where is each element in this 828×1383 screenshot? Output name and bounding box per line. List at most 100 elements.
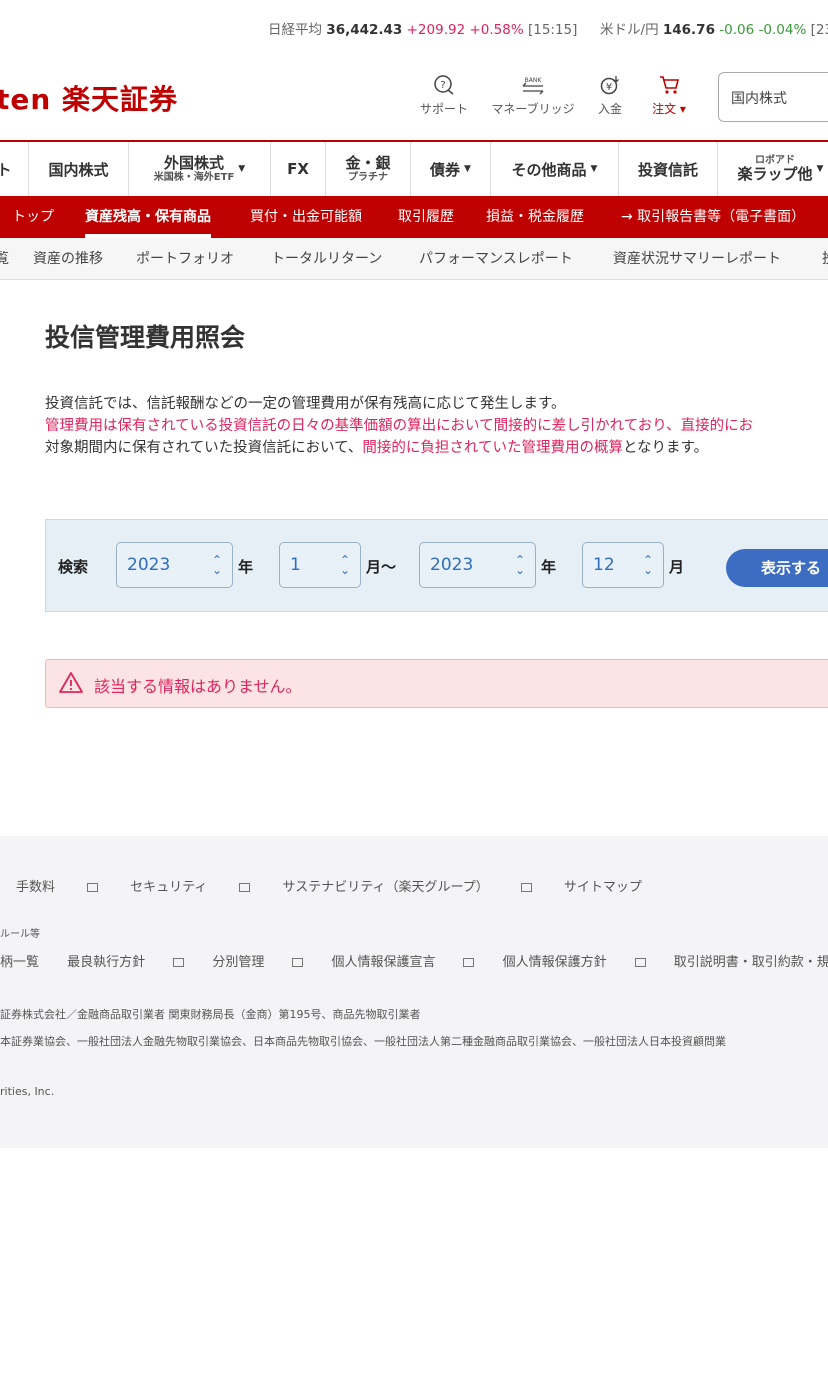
footer-segregation-label: 分別管理 (212, 955, 265, 970)
subnav-summary-report[interactable]: 資産状況サマリーレポート (613, 238, 781, 279)
moneybridge-button[interactable]: BANK マネーブリッジ (486, 74, 580, 117)
search-panel: 検索 2023 ⌃ ⌄ 年 1 ⌃ ⌄ 月～ 2023 ⌃ ⌄ 年 12 ⌃ ⌄ 月 表… (45, 519, 828, 612)
market-ticker: 日経平均 36,442.43 +209.92 +0.58% [15:15] 米ド… (0, 0, 828, 56)
footer-security-label: セキュリティ (130, 880, 208, 895)
nav-domestic-label: 国内株式 (48, 160, 109, 179)
tab-top[interactable]: トップ (12, 196, 54, 238)
from-year-select[interactable]: 2023 ⌃ ⌄ (116, 542, 233, 588)
footer-link-privacy-declaration[interactable]: 個人情報保護宣言 (331, 955, 475, 970)
nav-item-first[interactable]: ト (0, 142, 29, 196)
header-search-select[interactable]: 国内株式 (718, 72, 828, 122)
nav-gold-label: 金・銀 (345, 153, 391, 172)
updown-icon: ⌃ ⌄ (514, 553, 525, 577)
footer-privacy-policy-label: 個人情報保護方針 (502, 955, 607, 970)
order-label: 注文 ▾ (652, 102, 686, 116)
chevron-down-icon: ▼ (464, 164, 471, 174)
svg-text:¥: ¥ (606, 82, 612, 93)
nav-other-label: その他商品 (511, 160, 587, 179)
subnav-performance-report[interactable]: パフォーマンスレポート (419, 238, 573, 279)
nav-robo-label: 楽ラップ他 (737, 165, 813, 184)
rakuten-logo[interactable]: ten 楽天証券 (0, 78, 178, 118)
cart-icon (634, 74, 704, 100)
usdjpy-value: 146.76 (662, 22, 715, 38)
nikkei-change: +209.92 (406, 22, 466, 38)
nav-item-bonds[interactable]: 債券 ▼ (411, 142, 491, 196)
footer-link-privacy-policy[interactable]: 個人情報保護方針 (503, 955, 646, 970)
footer-link-fees[interactable]: 手数料 (16, 880, 99, 895)
chevron-down-icon: ▼ (590, 164, 598, 174)
nikkei-label: 日経平均 (268, 22, 322, 38)
nav-item-robo-advisor[interactable]: ロボアド 楽ラップ他 ▼ (718, 142, 828, 196)
subnav-portfolio[interactable]: ポートフォリオ (136, 238, 234, 279)
to-month-select[interactable]: 12 ⌃ ⌄ (582, 542, 664, 588)
nav-funds-label: 投資信託 (637, 160, 698, 179)
order-button[interactable]: 注文 ▾ (634, 74, 704, 117)
chevron-down-icon: ▼ (238, 164, 246, 174)
chevron-down-icon: ▼ (816, 164, 824, 174)
footer-link-security[interactable]: セキュリティ (130, 880, 251, 895)
nav-item-first-label: ト (0, 159, 12, 180)
external-link-icon (173, 958, 185, 967)
footer-copyright: rities, Inc. (0, 1085, 55, 1098)
no-results-alert: 該当する情報はありません。 (45, 659, 828, 708)
tab-assets-holdings[interactable]: 資産残高・保有商品 (85, 196, 211, 238)
tab-trade-reports[interactable]: → 取引報告書等（電子書面） (621, 196, 805, 238)
deposit-label: 入金 (597, 102, 622, 116)
support-button[interactable]: ? サポート (409, 74, 479, 117)
external-link-icon (239, 883, 251, 892)
usdjpy-change: -0.06 (719, 22, 755, 38)
footer-link-brands[interactable]: 柄一覧 (0, 955, 39, 970)
footer-links-primary: 手数料 セキュリティ サステナビリティ（楽天グループ） サイトマップ (16, 876, 670, 895)
to-year-select[interactable]: 2023 ⌃ ⌄ (419, 542, 536, 588)
to-month-unit: 月 (669, 558, 685, 576)
warning-icon (59, 672, 83, 693)
footer-terms-label: 取引説明書・取引約款・規定 (673, 955, 828, 970)
from-month-select[interactable]: 1 ⌃ ⌄ (279, 542, 361, 588)
desc-line-3-red: 間接的に負担されていた管理費用の概算 (362, 440, 623, 456)
tab-buying-power[interactable]: 買付・出金可能額 (250, 196, 362, 238)
nav-item-domestic-stocks[interactable]: 国内株式 (29, 142, 129, 196)
usdjpy-time: [23:5 (810, 22, 828, 38)
desc-line-2: 管理費用は保有されている投資信託の日々の基準価額の算出において間接的に差し引かれ… (45, 418, 754, 434)
to-year-value: 2023 (430, 555, 474, 575)
nav-item-fx[interactable]: FX (271, 142, 326, 196)
main-nav: ト 国内株式 外国株式 米国株・海外ETF ▼ FX 金・銀 プラチナ 債券 ▼… (0, 140, 828, 196)
nav-foreign-label: 外国株式 (164, 153, 225, 172)
footer-links-secondary: 柄一覧 最良執行方針 分別管理 個人情報保護宣言 個人情報保護方針 取引説明書・… (0, 951, 828, 970)
subnav-asset-trend[interactable]: 資産の推移 (33, 238, 103, 279)
footer-link-terms[interactable]: 取引説明書・取引約款・規定 (674, 955, 828, 970)
from-month-value: 1 (290, 555, 301, 575)
page-description: 投資信託では、信託報酬などの一定の管理費用が保有残高に応じて発生します。 管理費… (45, 393, 828, 459)
from-year-value: 2023 (127, 555, 171, 575)
footer-fees-label: 手数料 (16, 880, 56, 895)
external-link-icon (292, 958, 304, 967)
footer-link-best-execution[interactable]: 最良執行方針 (67, 955, 185, 970)
range-separator: 月～ (366, 558, 397, 576)
footer-link-sitemap[interactable]: サイトマップ (564, 880, 642, 895)
subnav-total-return[interactable]: トータルリターン (271, 238, 382, 279)
tab-trade-history[interactable]: 取引履歴 (398, 196, 454, 238)
usdjpy-pct: -0.04% (758, 22, 807, 38)
site-footer: 手数料 セキュリティ サステナビリティ（楽天グループ） サイトマップ ルール等 … (0, 836, 828, 1148)
nikkei-time: [15:15] (527, 22, 578, 38)
subnav-first[interactable]: 覧 (0, 238, 9, 279)
alert-message: 該当する情報はありません。 (94, 677, 302, 696)
desc-line-1: 投資信託では、信託報酬などの一定の管理費用が保有残高に応じて発生します。 (45, 396, 566, 412)
tab-pnl-tax-history[interactable]: 損益・税金履歴 (486, 196, 584, 238)
nav-bonds-label: 債券 (430, 160, 461, 179)
subnav-last[interactable]: 投 (822, 238, 828, 279)
nav-item-investment-trusts[interactable]: 投資信託 (619, 142, 718, 196)
footer-link-sustainability[interactable]: サステナビリティ（楽天グループ） (283, 880, 532, 895)
bank-transfer-icon: BANK (486, 74, 580, 100)
assets-subnav: 覧 資産の推移 ポートフォリオ トータルリターン パフォーマンスレポート 資産状… (0, 238, 828, 280)
to-year-unit: 年 (541, 558, 557, 576)
nav-fx-label: FX (287, 160, 309, 178)
nav-item-foreign-stocks[interactable]: 外国株式 米国株・海外ETF ▼ (129, 142, 271, 196)
footer-link-segregation[interactable]: 分別管理 (212, 955, 304, 970)
nav-item-other-products[interactable]: その他商品 ▼ (491, 142, 619, 196)
show-button[interactable]: 表示する (726, 549, 828, 587)
nav-item-gold[interactable]: 金・銀 プラチナ (326, 142, 411, 196)
updown-icon: ⌃ ⌄ (339, 553, 350, 577)
search-label: 検索 (58, 558, 89, 576)
page-title: 投信管理費用照会 (45, 323, 246, 352)
